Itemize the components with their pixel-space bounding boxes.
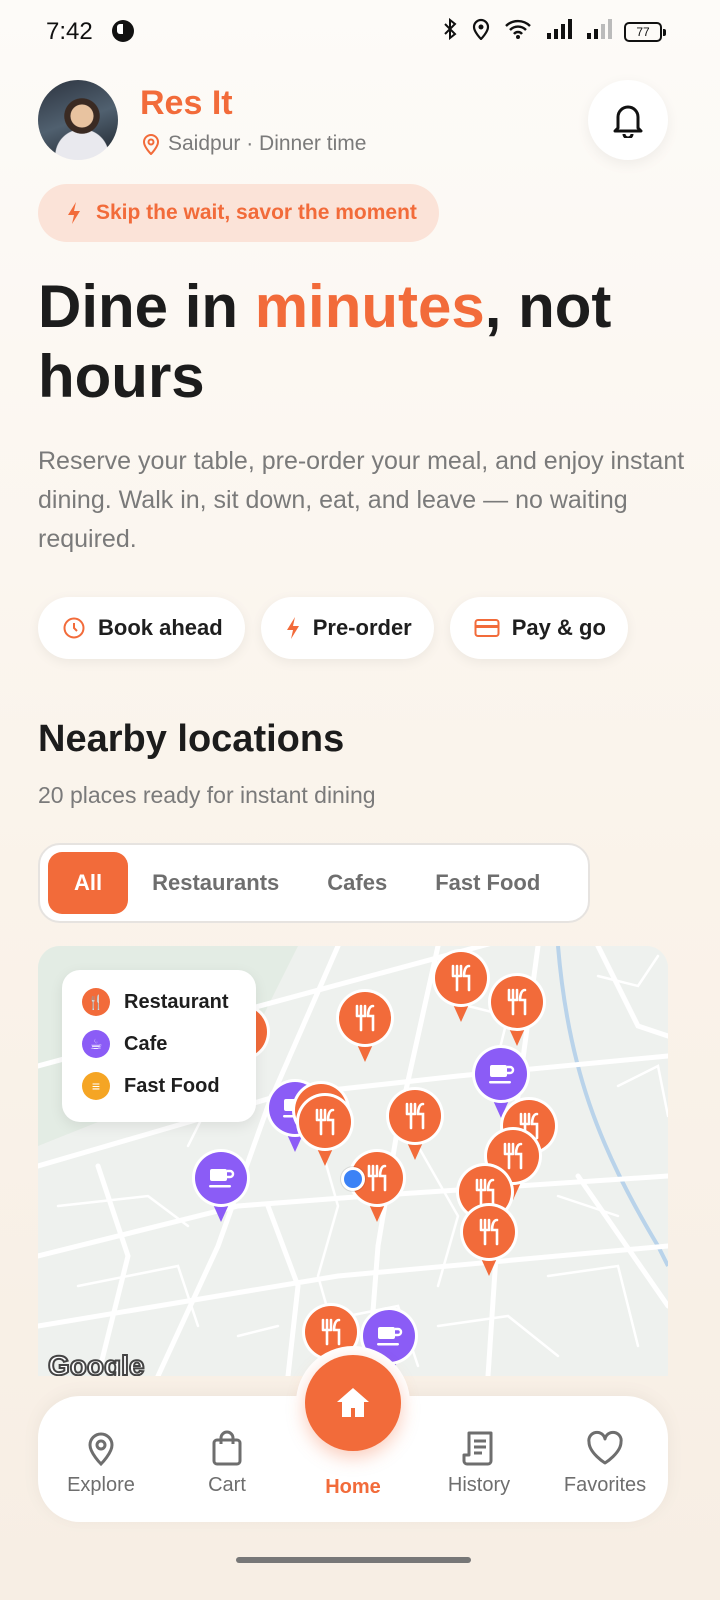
chip-label: Pay & go bbox=[511, 615, 606, 640]
nav-cart[interactable]: Cart bbox=[172, 1430, 282, 1497]
hero-accent: minutes bbox=[254, 273, 485, 340]
tagline-badge: Skip the wait, savor the moment bbox=[38, 184, 439, 242]
location-pin-icon bbox=[142, 134, 160, 155]
user-location-dot bbox=[341, 1167, 365, 1191]
legend-cafe: ☕ Cafe bbox=[82, 1030, 236, 1058]
nav-explore[interactable]: Explore bbox=[46, 1430, 156, 1497]
app-notification-icon bbox=[112, 20, 134, 42]
wifi-icon bbox=[505, 19, 531, 39]
location-text: Saidpur · Dinner time bbox=[168, 132, 367, 155]
nav-label: Favorites bbox=[563, 1474, 647, 1496]
location-icon bbox=[472, 18, 490, 40]
cup-icon: ☕ bbox=[82, 1030, 110, 1058]
google-attribution: Google bbox=[47, 1349, 145, 1376]
bag-icon bbox=[212, 1430, 242, 1466]
receipt-icon bbox=[462, 1431, 493, 1466]
bell-icon bbox=[613, 105, 643, 138]
avatar[interactable] bbox=[38, 80, 118, 160]
legend-fast-food: ≡ Fast Food bbox=[82, 1072, 236, 1100]
status-icons bbox=[442, 18, 612, 40]
restaurant-marker[interactable] bbox=[334, 986, 396, 1064]
battery-indicator: 77 bbox=[624, 22, 666, 42]
restaurant-marker[interactable] bbox=[430, 946, 492, 1024]
bolt-icon bbox=[286, 617, 299, 639]
tagline-text: Skip the wait, savor the moment bbox=[96, 201, 417, 224]
burger-icon: ≡ bbox=[82, 1072, 110, 1100]
home-button-inner bbox=[305, 1355, 401, 1451]
section-subtitle: 20 places ready for instant dining bbox=[38, 782, 376, 808]
notifications-button[interactable] bbox=[588, 80, 668, 160]
restaurant-marker[interactable] bbox=[458, 1200, 520, 1278]
legend-label: Restaurant bbox=[124, 990, 229, 1013]
filter-fast-food[interactable]: Fast Food bbox=[411, 852, 564, 914]
legend-restaurant: 🍴 Restaurant bbox=[82, 988, 236, 1016]
location-line[interactable]: Saidpur · Dinner time bbox=[142, 132, 366, 156]
filter-restaurants[interactable]: Restaurants bbox=[128, 852, 303, 914]
chip-pre-order[interactable]: Pre-order bbox=[260, 597, 434, 659]
signal-2-icon bbox=[587, 19, 612, 39]
feature-chips: Book ahead Pre-order Pay & go bbox=[38, 597, 628, 659]
nav-label: Explore bbox=[67, 1474, 135, 1496]
hero-title: Dine in minutes, not hours bbox=[38, 272, 698, 412]
home-icon bbox=[337, 1388, 369, 1417]
chip-label: Book ahead bbox=[98, 615, 223, 640]
map-view[interactable]: 🍴 Restaurant ☕ Cafe ≡ Fast Food Google bbox=[38, 946, 668, 1376]
clock-icon bbox=[63, 617, 85, 639]
app-name: Res It bbox=[140, 84, 233, 122]
nav-label: Home bbox=[325, 1476, 381, 1498]
gesture-bar[interactable] bbox=[236, 1557, 471, 1563]
chip-book-ahead[interactable]: Book ahead bbox=[38, 597, 245, 659]
heart-icon bbox=[587, 1430, 623, 1465]
bolt-icon bbox=[68, 202, 80, 224]
hero-part1: Dine in bbox=[38, 273, 255, 340]
filter-cafes[interactable]: Cafes bbox=[303, 852, 411, 914]
card-icon bbox=[474, 619, 500, 637]
signal-icon bbox=[547, 19, 572, 39]
legend-label: Cafe bbox=[124, 1032, 168, 1055]
nav-favorites[interactable]: Favorites bbox=[550, 1430, 660, 1497]
status-bar: 7:42 77 bbox=[0, 0, 720, 64]
filter-all[interactable]: All bbox=[48, 852, 129, 914]
nav-home[interactable]: Home bbox=[298, 1476, 408, 1499]
fork-knife-icon: 🍴 bbox=[82, 988, 110, 1016]
hero-description: Reserve your table, pre-order your meal,… bbox=[38, 447, 685, 553]
restaurant-marker[interactable] bbox=[486, 970, 548, 1048]
chip-pay-go[interactable]: Pay & go bbox=[449, 597, 628, 659]
bluetooth-icon bbox=[444, 18, 457, 40]
chip-label: Pre-order bbox=[312, 615, 412, 640]
filter-tabs: All Restaurants Cafes Fast Food bbox=[38, 843, 590, 923]
nav-label: History bbox=[447, 1474, 511, 1496]
section-title: Nearby locations bbox=[38, 718, 345, 760]
map-legend: 🍴 Restaurant ☕ Cafe ≡ Fast Food bbox=[62, 970, 256, 1122]
home-button[interactable] bbox=[296, 1346, 410, 1460]
nav-label: Cart bbox=[208, 1474, 246, 1496]
nav-history[interactable]: History bbox=[424, 1430, 534, 1497]
cafe-marker[interactable] bbox=[190, 1146, 252, 1224]
status-time: 7:42 bbox=[46, 18, 93, 45]
map-pin-icon bbox=[88, 1432, 114, 1466]
legend-label: Fast Food bbox=[124, 1074, 220, 1097]
